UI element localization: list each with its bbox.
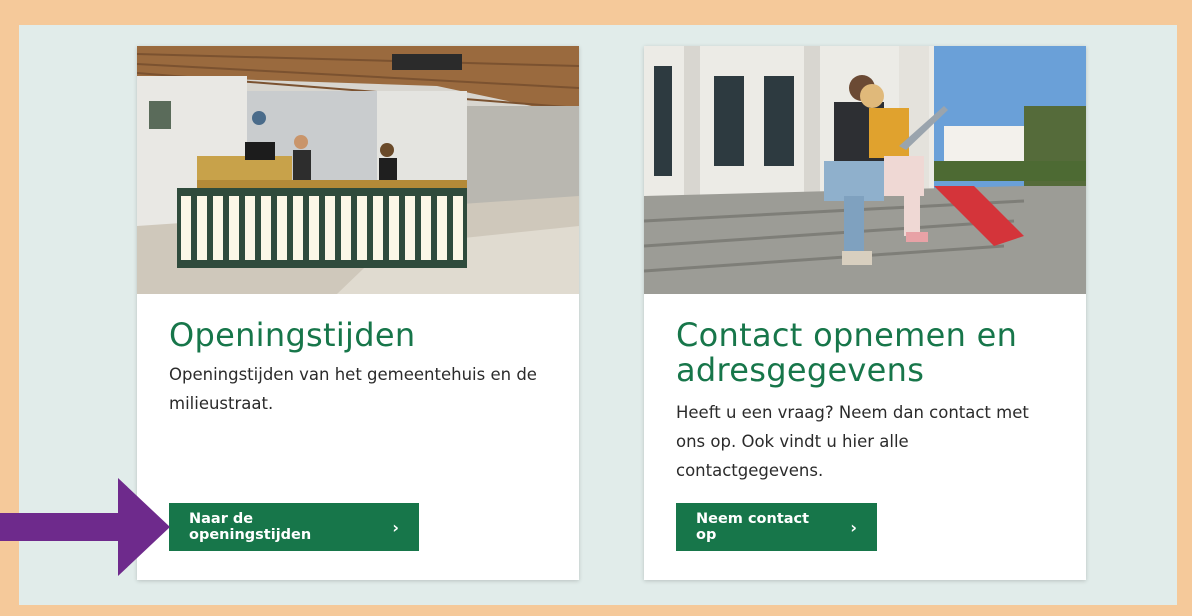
card-title: Contact opnemen en adresgegevens: [676, 316, 1018, 389]
arrow-right-icon: [0, 478, 170, 576]
chevron-right-icon: ›: [392, 517, 399, 537]
card-opening-hours: Openingstijden Openingstijden van het ge…: [137, 46, 579, 580]
people-on-steps-photo: [644, 46, 1086, 294]
opening-hours-button[interactable]: Naar de openingstijden ›: [169, 503, 419, 551]
contact-button[interactable]: Neem contact op ›: [676, 503, 877, 551]
button-label: Neem contact op: [696, 511, 810, 543]
reception-desk-photo: [137, 46, 579, 294]
card-title: Openingstijden: [169, 316, 416, 354]
card-contact: Contact opnemen en adresgegevens Heeft u…: [644, 46, 1086, 580]
content-frame: Openingstijden Openingstijden van het ge…: [19, 25, 1177, 605]
card-description: Heeft u een vraag? Neem dan contact met …: [676, 403, 1029, 480]
chevron-right-icon: ›: [850, 517, 857, 537]
card-description: Openingstijden van het gemeentehuis en d…: [169, 365, 537, 413]
button-label: Naar de openingstijden: [189, 511, 312, 543]
